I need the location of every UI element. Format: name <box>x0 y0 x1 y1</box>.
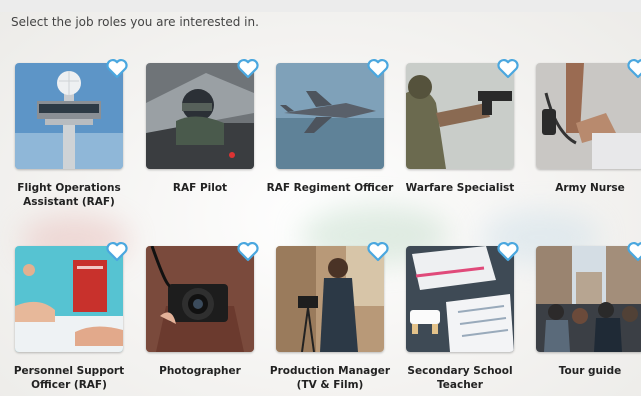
heart-icon[interactable] <box>105 57 129 79</box>
job-label: Personnel Support Officer (RAF) <box>13 365 125 391</box>
job-label: Army Nurse <box>555 182 625 194</box>
heart-icon[interactable] <box>105 240 129 262</box>
job-label: Production Manager (TV & Film) <box>269 365 391 391</box>
heart-icon[interactable] <box>626 57 641 79</box>
job-label: Warfare Specialist <box>405 182 515 194</box>
job-label: RAF Pilot <box>172 182 228 194</box>
instruction-text: Select the job roles you are interested … <box>11 15 259 29</box>
heart-icon[interactable] <box>236 57 260 79</box>
job-label: Photographer <box>159 365 241 377</box>
job-label: RAF Regiment Officer <box>266 182 394 194</box>
job-label: Tour guide <box>558 365 622 377</box>
heart-icon[interactable] <box>236 240 260 262</box>
heart-icon[interactable] <box>366 57 390 79</box>
job-label: Secondary School Teacher <box>407 365 513 391</box>
heart-icon[interactable] <box>626 240 641 262</box>
top-bar <box>0 0 641 12</box>
heart-icon[interactable] <box>366 240 390 262</box>
heart-icon[interactable] <box>496 240 520 262</box>
job-label: Flight Operations Assistant (RAF) <box>17 182 121 208</box>
heart-icon[interactable] <box>496 57 520 79</box>
